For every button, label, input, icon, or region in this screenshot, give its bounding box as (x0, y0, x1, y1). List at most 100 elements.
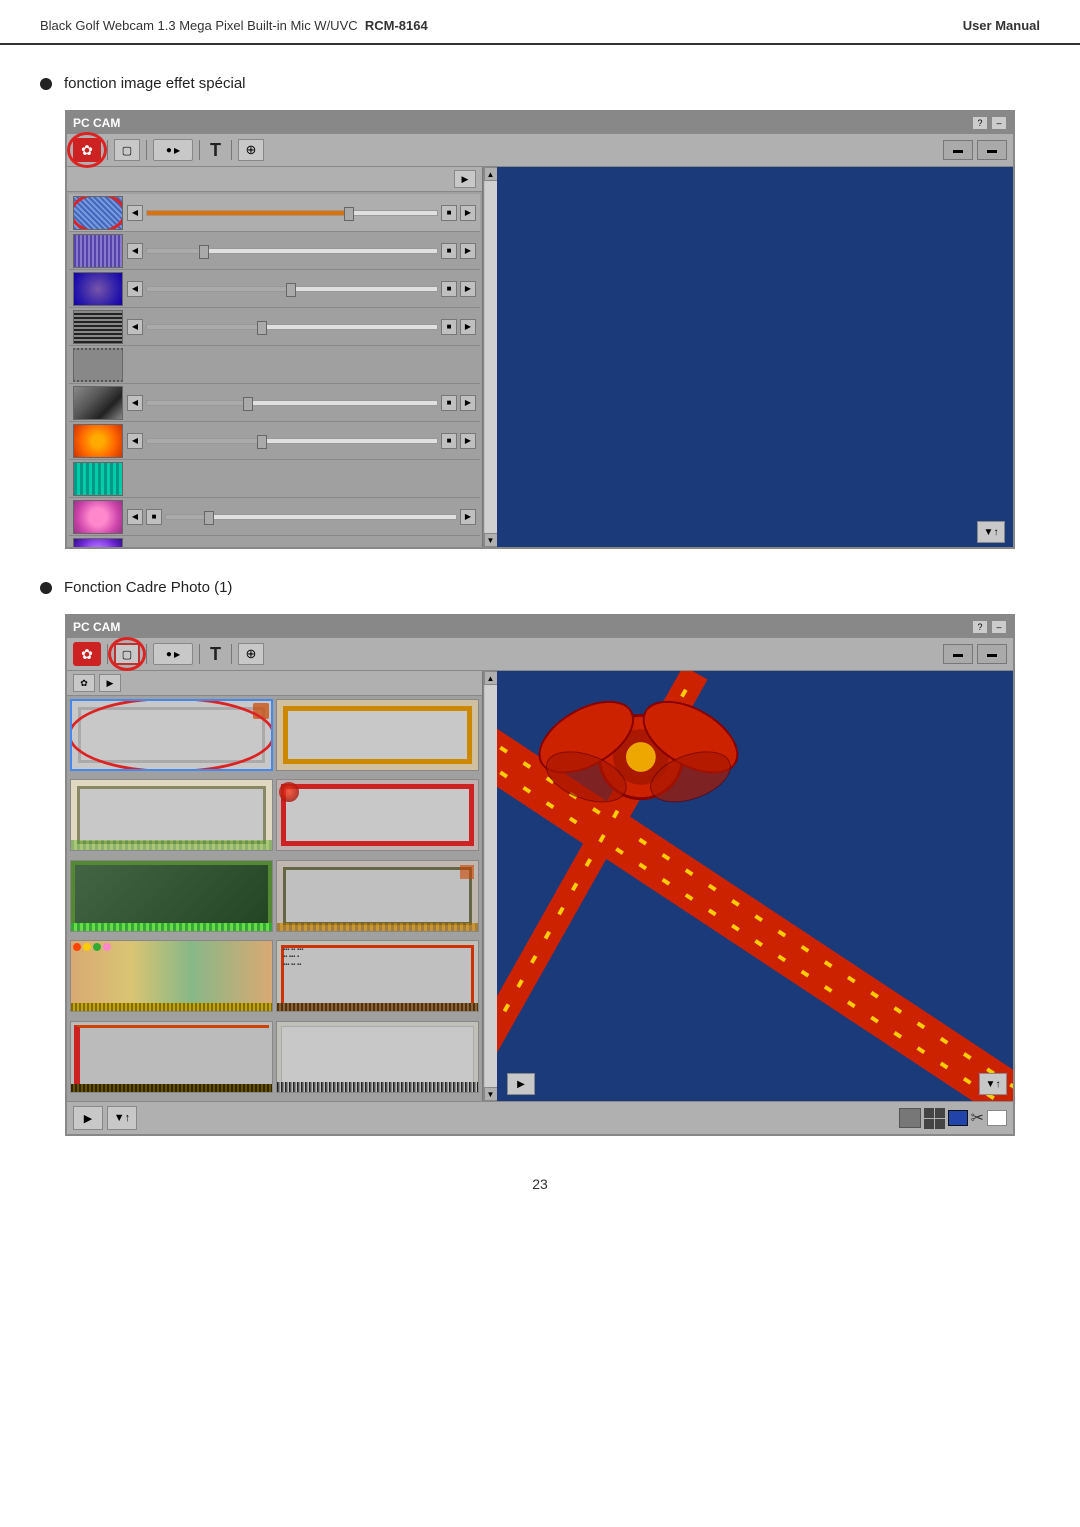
ctrl-slider-1[interactable] (146, 210, 438, 216)
pccam-body-1: ▶ ◀ (67, 167, 1013, 547)
ctrl-slider-9[interactable] (165, 514, 457, 520)
ctrl-fwd-1[interactable]: ▶ (460, 205, 476, 221)
ctrl-square-10[interactable]: ■ (441, 547, 457, 548)
bt-adjust-btn[interactable]: ▼↑ (107, 1106, 137, 1130)
star-btn-2[interactable]: ✿ (73, 674, 95, 692)
cadre-cell-7[interactable] (70, 940, 273, 1012)
pccam-min-btn-1[interactable]: – (991, 116, 1007, 130)
effect-thumb-10[interactable] (73, 538, 123, 548)
scroll-track-2[interactable] (485, 685, 497, 1087)
scroll-down-1[interactable]: ▼ (484, 533, 498, 547)
cadre-cell-5[interactable] (70, 860, 273, 932)
bt-square-icon[interactable] (899, 1108, 921, 1128)
effect-row-7: ◀ ■ ▶ (69, 422, 480, 460)
cadre-cell-3[interactable] (70, 779, 273, 851)
frame-tool-2[interactable]: ▢ (114, 643, 140, 665)
effect-thumb-3[interactable] (73, 272, 123, 306)
ctrl-square-7[interactable]: ■ (441, 433, 457, 449)
zoom-tool-1[interactable]: ⊕ (238, 139, 264, 161)
cadre-cell-6[interactable] (276, 860, 479, 932)
ctrl-back-7[interactable]: ◀ (127, 433, 143, 449)
rp-adjust-btn-1[interactable]: ▼↑ (977, 521, 1005, 543)
pccam-help-btn-1[interactable]: ? (972, 116, 988, 130)
toolbar-right-icon-1a[interactable]: ▬ (943, 140, 973, 160)
scissors-icon[interactable]: ✂ (971, 1108, 984, 1128)
scroll-up-2[interactable]: ▲ (484, 671, 498, 685)
settings-icon-2[interactable]: ✿ (73, 642, 101, 666)
cadre-cell-4[interactable] (276, 779, 479, 851)
bt-blue-square[interactable] (948, 1110, 968, 1126)
ctrl-square-6[interactable]: ■ (441, 395, 457, 411)
toolbar-right-icon-1b[interactable]: ▬ (977, 140, 1007, 160)
record-tool-1[interactable]: ●▶ (153, 139, 193, 161)
ctrl-fwd-2[interactable]: ▶ (460, 243, 476, 259)
pccam-help-btn-2[interactable]: ? (972, 620, 988, 634)
pccam-window-1: PC CAM ? – ✿ ▢ ●▶ T ⊕ ▬ (65, 110, 1015, 549)
frame-tool-1[interactable]: ▢ (114, 139, 140, 161)
play-btn-1[interactable]: ▶ (454, 170, 476, 188)
effect-row-8 (69, 460, 480, 498)
bt-save-btn[interactable]: ▶ (73, 1106, 103, 1130)
ctrl-slider-6[interactable] (146, 400, 438, 406)
ctrl-fwd-10[interactable]: ▶ (460, 547, 476, 548)
bt-white-square[interactable] (987, 1110, 1007, 1126)
pccam-window-2: PC CAM ? – ✿ ▢ ●▶ T ⊕ (65, 614, 1015, 1136)
ctrl-square-2[interactable]: ■ (441, 243, 457, 259)
effect-thumb-4[interactable] (73, 310, 123, 344)
sep-2a (107, 644, 108, 664)
ctrl-slider-4[interactable] (146, 324, 438, 330)
ctrl-fwd-7[interactable]: ▶ (460, 433, 476, 449)
effect-thumb-2[interactable] (73, 234, 123, 268)
text-tool-1[interactable]: T (206, 140, 225, 161)
ctrl-slider-2[interactable] (146, 248, 438, 254)
cadre-cell-8[interactable]: ▪▪▪ ▪▪ ▪▪▪▪▪ ▪▪▪ ▪▪▪▪ ▪▪ ▪▪ (276, 940, 479, 1012)
effect-thumb-8[interactable] (73, 462, 123, 496)
effect-row-6: ◀ ■ ▶ (69, 384, 480, 422)
ctrl-back-1[interactable]: ◀ (127, 205, 143, 221)
rp-adjust-btn-2[interactable]: ▼↑ (979, 1073, 1007, 1095)
ctrl-fwd-9[interactable]: ▶ (460, 509, 476, 525)
section-1-title: fonction image effet spécial (40, 75, 1040, 92)
settings-icon-1[interactable]: ✿ (73, 138, 101, 162)
play-btn-2[interactable]: ▶ (99, 674, 121, 692)
cadre-cell-2[interactable] (276, 699, 479, 771)
header-product-code: RCM-8164 (365, 18, 428, 33)
record-tool-2[interactable]: ●▶ (153, 643, 193, 665)
ctrl-back-9[interactable]: ◀ (127, 509, 143, 525)
zoom-tool-2[interactable]: ⊕ (238, 643, 264, 665)
effect-thumb-1[interactable] (73, 196, 123, 230)
section-2-label: Fonction Cadre Photo (1) (64, 579, 232, 596)
toolbar-right-icon-2a[interactable]: ▬ (943, 644, 973, 664)
ctrl-square-3[interactable]: ■ (441, 281, 457, 297)
rp-save-btn-2[interactable]: ▶ (507, 1073, 535, 1095)
effect-thumb-7[interactable] (73, 424, 123, 458)
cadre-cell-10[interactable] (276, 1021, 479, 1093)
bt-grid-cell-2 (935, 1108, 945, 1118)
ctrl-fwd-3[interactable]: ▶ (460, 281, 476, 297)
scroll-down-2[interactable]: ▼ (484, 1087, 498, 1101)
text-tool-2[interactable]: T (206, 644, 225, 665)
cadre-cell-1[interactable] (70, 699, 273, 771)
ctrl-back-2[interactable]: ◀ (127, 243, 143, 259)
ctrl-back-4[interactable]: ◀ (127, 319, 143, 335)
pccam-min-btn-2[interactable]: – (991, 620, 1007, 634)
ctrl-square-1[interactable]: ■ (441, 205, 457, 221)
ctrl-back-10[interactable]: ◀ (127, 547, 143, 548)
bt-grid-icon[interactable] (924, 1108, 945, 1129)
ctrl-fwd-6[interactable]: ▶ (460, 395, 476, 411)
scroll-track-1[interactable] (485, 181, 497, 533)
cadre-cell-9[interactable] (70, 1021, 273, 1093)
ctrl-square-9a[interactable]: ■ (146, 509, 162, 525)
ctrl-square-4[interactable]: ■ (441, 319, 457, 335)
ctrl-slider-3[interactable] (146, 286, 438, 292)
effect-thumb-9[interactable] (73, 500, 123, 534)
ctrl-back-3[interactable]: ◀ (127, 281, 143, 297)
effect-thumb-5[interactable] (73, 348, 123, 382)
pccam-body-2: ✿ ▶ (67, 671, 1013, 1101)
ctrl-back-6[interactable]: ◀ (127, 395, 143, 411)
ctrl-slider-7[interactable] (146, 438, 438, 444)
ctrl-fwd-4[interactable]: ▶ (460, 319, 476, 335)
toolbar-right-icon-2b[interactable]: ▬ (977, 644, 1007, 664)
effect-thumb-6[interactable] (73, 386, 123, 420)
scroll-up-1[interactable]: ▲ (484, 167, 498, 181)
